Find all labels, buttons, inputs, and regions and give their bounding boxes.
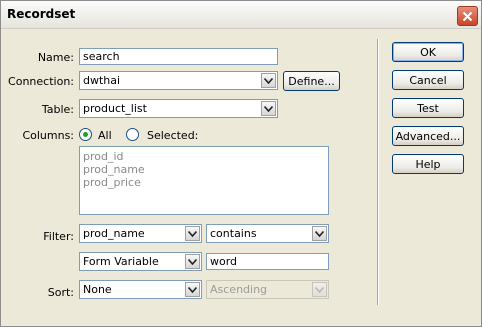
ok-button[interactable]: OK [392,42,464,62]
chevron-down-icon [312,282,327,297]
help-button[interactable]: Help [392,154,464,174]
sort-order-value: Ascending [210,283,268,296]
chevron-down-icon[interactable] [261,101,276,116]
advanced-button[interactable]: Advanced... [392,126,464,146]
chevron-down-icon[interactable] [261,73,276,88]
filter-column-value: prod_name [83,227,145,240]
close-icon [462,11,473,21]
columns-list[interactable]: prod_id prod_name prod_price [79,146,329,215]
columns-selected-label[interactable]: Selected: [147,129,198,142]
columns-all-radio[interactable] [79,128,92,141]
test-button[interactable]: Test [392,98,464,118]
connection-label: Connection: [8,75,74,88]
sort-order-select: Ascending [206,280,329,299]
title-bar[interactable]: Recordset [1,1,481,29]
recordset-dialog: Recordset Name: search Connection: dwtha… [0,0,482,327]
connection-value: dwthai [83,74,121,87]
columns-selected-radio[interactable] [126,128,139,141]
columns-all-label[interactable]: All [98,129,112,142]
columns-label: Columns: [22,129,74,142]
filter-operator-select[interactable]: contains [206,224,329,243]
chevron-down-icon[interactable] [312,226,327,241]
close-button[interactable] [457,6,478,26]
filter-source-select[interactable]: Form Variable [79,252,202,271]
sort-column-select[interactable]: None [79,280,202,299]
list-item[interactable]: prod_name [83,163,325,176]
name-input[interactable]: search [79,48,278,65]
filter-value-input[interactable]: word [206,253,329,270]
chevron-down-icon[interactable] [185,254,200,269]
dialog-title: Recordset [7,7,76,21]
connection-select[interactable]: dwthai [79,71,278,90]
list-item[interactable]: prod_price [83,176,325,189]
filter-operator-value: contains [210,227,257,240]
radio-selected-dot [83,132,88,137]
table-label: Table: [41,103,74,116]
cancel-button[interactable]: Cancel [392,70,464,90]
chevron-down-icon[interactable] [185,226,200,241]
sort-label: Sort: [47,286,74,299]
filter-source-value: Form Variable [83,255,159,268]
table-select[interactable]: product_list [79,99,278,118]
vertical-divider [377,39,379,305]
filter-column-select[interactable]: prod_name [79,224,202,243]
chevron-down-icon[interactable] [185,282,200,297]
table-value: product_list [83,102,147,115]
sort-column-value: None [83,283,112,296]
filter-label: Filter: [43,230,74,243]
name-label: Name: [37,51,74,64]
define-button[interactable]: Define... [283,71,340,91]
list-item[interactable]: prod_id [83,150,325,163]
